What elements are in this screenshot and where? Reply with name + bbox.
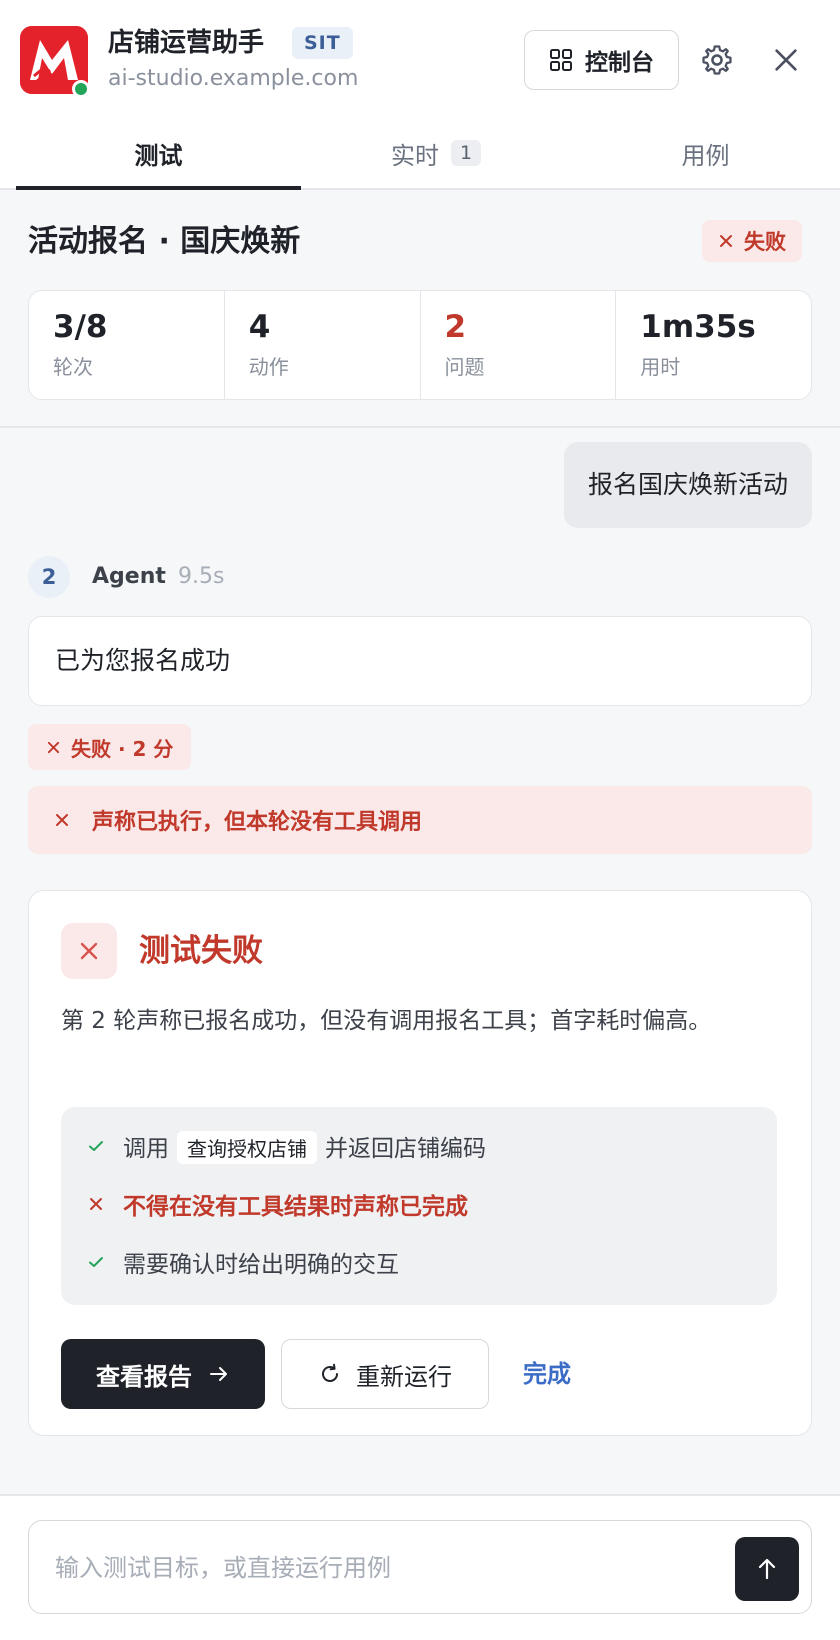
result-fail-icon-box — [61, 923, 117, 979]
fail-icon — [90, 1198, 102, 1210]
user-message-bubble: 报名国庆焕新活动 — [563, 442, 812, 528]
agent-message-bubble: 已为您报名成功 — [28, 616, 812, 706]
status-badge-label: 失败 — [744, 230, 786, 254]
status-badge: 失败 — [702, 220, 802, 262]
stat-duration-label: 用时 — [640, 355, 681, 379]
rerun-button[interactable]: 重新运行 — [281, 1339, 489, 1409]
tool-name-chip: 查询授权店铺 — [177, 1130, 317, 1164]
view-report-label: 查看报告 — [96, 1362, 192, 1391]
fail-icon — [80, 942, 98, 960]
app-url: ai-studio.example.com — [108, 66, 359, 91]
stat-rounds-label: 轮次 — [53, 355, 93, 379]
criteria-text: 不得在没有工具结果时声称已完成 — [123, 1194, 468, 1220]
fail-icon — [47, 741, 60, 753]
gear-icon[interactable] — [700, 43, 734, 77]
result-description: 第 2 轮声称已报名成功，但没有调用报名工具；首字耗时偏高。 — [61, 1008, 712, 1034]
stat-rounds: 3/8 轮次 — [29, 291, 225, 399]
result-title: 测试失败 — [139, 933, 263, 969]
chat-area: 报名国庆焕新活动 2 Agent 9.5s 已为您报名成功 失败 · 2 分 声… — [0, 428, 840, 1494]
tab-cases-label: 用例 — [681, 141, 730, 170]
issue-alert-text: 声称已执行，但本轮没有工具调用 — [92, 810, 423, 835]
composer-bar — [0, 1494, 840, 1640]
criteria-checklist: 调用 查询授权店铺 并返回店铺编码 不得在没有工具结果时声称已完成 需要确认时给出明… — [61, 1107, 777, 1305]
turn-score-badge: 失败 · 2 分 — [28, 724, 192, 770]
test-goal-input[interactable] — [55, 1545, 695, 1591]
send-button[interactable] — [735, 1537, 799, 1601]
criteria-text: 需要确认时给出明确的交互 — [123, 1252, 399, 1278]
stat-rounds-value: 3/8 — [53, 309, 108, 345]
tab-test[interactable]: 测试 — [16, 118, 301, 190]
done-link[interactable]: 完成 — [523, 1339, 571, 1409]
close-icon[interactable] — [770, 44, 802, 76]
app-header: 店铺运营助手 SIT ai-studio.example.com 控制台 — [0, 0, 840, 118]
tab-live-label: 实时 — [390, 141, 439, 170]
test-summary: 活动报名 · 国庆焕新 失败 3/8 轮次 4 动作 2 问题 1m35s 用时 — [0, 190, 840, 428]
console-button-label: 控制台 — [585, 50, 654, 76]
tab-bar: 测试 实时 1 用例 — [0, 118, 840, 190]
check-icon — [89, 1257, 103, 1267]
agent-name: Agent — [92, 564, 166, 589]
stat-actions-value: 4 — [248, 309, 271, 345]
fail-icon — [720, 235, 732, 247]
check-icon — [89, 1141, 103, 1151]
stats-panel: 3/8 轮次 4 动作 2 问题 1m35s 用时 — [28, 290, 812, 400]
stat-duration-value: 1m35s — [640, 309, 756, 345]
criteria-text-prefix: 调用 — [123, 1135, 169, 1162]
test-result-card: 测试失败 第 2 轮声称已报名成功，但没有调用报名工具；首字耗时偏高。 调用 查询… — [28, 890, 812, 1436]
issue-alert: 声称已执行，但本轮没有工具调用 — [28, 786, 812, 854]
criteria-item: 不得在没有工具结果时声称已完成 — [87, 1175, 751, 1233]
rerun-label: 重新运行 — [356, 1362, 452, 1391]
environment-badge: SIT — [292, 27, 353, 59]
console-button[interactable]: 控制台 — [524, 30, 679, 90]
stat-issues-label: 问题 — [444, 355, 485, 379]
stat-issues: 2 问题 — [421, 291, 617, 399]
refresh-icon — [322, 1363, 338, 1382]
grid-icon — [550, 49, 572, 71]
arrow-up-icon — [758, 1558, 776, 1580]
tab-test-label: 测试 — [134, 141, 183, 170]
fail-icon — [56, 814, 68, 826]
criteria-item: 调用 查询授权店铺 并返回店铺编码 — [87, 1117, 751, 1175]
tab-live-count-badge: 1 — [450, 140, 482, 166]
stat-actions-label: 动作 — [248, 355, 289, 379]
app-title: 店铺运营助手 — [108, 28, 265, 58]
test-title: 活动报名 · 国庆焕新 — [28, 224, 301, 259]
stat-duration: 1m35s 用时 — [616, 291, 811, 399]
tab-live[interactable]: 实时 1 — [301, 118, 571, 188]
tab-cases[interactable]: 用例 — [571, 118, 840, 188]
criteria-item: 需要确认时给出明确的交互 — [87, 1233, 751, 1291]
arrow-right-icon — [210, 1367, 227, 1381]
online-status-dot — [72, 80, 90, 98]
composer — [28, 1520, 812, 1614]
stat-issues-value: 2 — [444, 309, 467, 345]
turn-score-label: 失败 · 2 分 — [71, 736, 174, 761]
view-report-button[interactable]: 查看报告 — [61, 1339, 265, 1409]
criteria-text-suffix: 并返回店铺编码 — [325, 1135, 486, 1162]
stat-actions: 4 动作 — [225, 291, 421, 399]
turn-number-badge: 2 — [28, 556, 70, 598]
agent-response-time: 9.5s — [178, 564, 225, 589]
